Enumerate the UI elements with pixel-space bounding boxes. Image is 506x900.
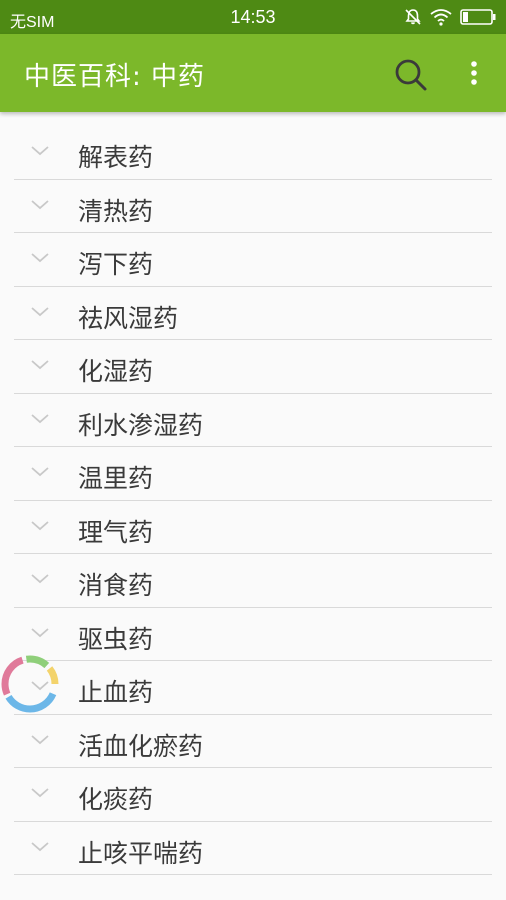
list-item-label: 泻下药 xyxy=(78,250,154,279)
search-icon[interactable] xyxy=(392,56,428,92)
status-icons xyxy=(404,7,496,27)
chevron-down-icon xyxy=(31,199,49,209)
chevron-down-icon xyxy=(31,574,49,584)
list-item[interactable]: 祛风湿药 xyxy=(14,287,492,340)
app-bar: 中医百科: 中药 xyxy=(0,34,506,112)
list-item[interactable]: 止咳平喘药 xyxy=(14,822,492,875)
battery-icon xyxy=(460,9,496,25)
list-item[interactable]: 化湿药 xyxy=(14,340,492,394)
list-item-label: 理气药 xyxy=(78,517,154,547)
list-item-label: 消食药 xyxy=(78,571,154,600)
list-item-label: 清热药 xyxy=(78,196,154,226)
chevron-down-icon xyxy=(31,306,49,316)
list-item-label: 止血药 xyxy=(78,678,154,707)
chevron-down-icon xyxy=(31,734,49,744)
list-item-label: 止咳平喘药 xyxy=(78,838,204,868)
chevron-down-icon xyxy=(31,520,49,530)
page-title: 中医百科: 中药 xyxy=(24,62,206,92)
list-item-label: 驱虫药 xyxy=(78,624,154,654)
list-item-label: 化湿药 xyxy=(78,357,154,386)
list-item[interactable]: 驱虫药 xyxy=(14,608,492,661)
list-item-label: 利水渗湿药 xyxy=(78,410,204,440)
chevron-down-icon xyxy=(31,467,49,477)
chevron-down-icon xyxy=(31,146,49,156)
list-item-label: 祛风湿药 xyxy=(78,303,179,333)
list-item-label: 化痰药 xyxy=(78,785,154,814)
chevron-down-icon xyxy=(31,788,49,798)
list-item[interactable]: 温里药 xyxy=(14,447,492,501)
chevron-down-icon xyxy=(31,413,49,423)
loading-spinner-icon xyxy=(1,655,59,713)
list-item[interactable]: 理气药 xyxy=(14,501,492,554)
list-item[interactable]: 利水渗湿药 xyxy=(14,394,492,447)
list-item[interactable]: 活血化瘀药 xyxy=(14,715,492,768)
chevron-down-icon xyxy=(31,253,49,263)
list-item-label: 活血化瘀药 xyxy=(78,731,204,761)
list-item[interactable]: 泻下药 xyxy=(14,233,492,287)
list-item-label: 解表药 xyxy=(78,143,154,172)
status-bar: 无SIM 14:53 xyxy=(0,0,506,34)
list-item[interactable]: 消食药 xyxy=(14,554,492,608)
list-item[interactable]: 解表药 xyxy=(14,126,492,180)
list-item[interactable]: 止血药 xyxy=(14,661,492,715)
list-item[interactable]: 化痰药 xyxy=(14,768,492,822)
chevron-down-icon xyxy=(31,360,49,370)
category-list: 解表药清热药泻下药祛风湿药化湿药利水渗湿药温里药理气药消食药驱虫药止血药活血化瘀… xyxy=(14,126,492,875)
wifi-icon xyxy=(430,9,452,26)
chevron-down-icon xyxy=(31,841,49,851)
overflow-menu-icon[interactable] xyxy=(462,56,486,92)
chevron-down-icon xyxy=(31,627,49,637)
list-item-label: 温里药 xyxy=(78,464,154,493)
mute-icon xyxy=(405,9,421,25)
list-item[interactable]: 清热药 xyxy=(14,180,492,233)
